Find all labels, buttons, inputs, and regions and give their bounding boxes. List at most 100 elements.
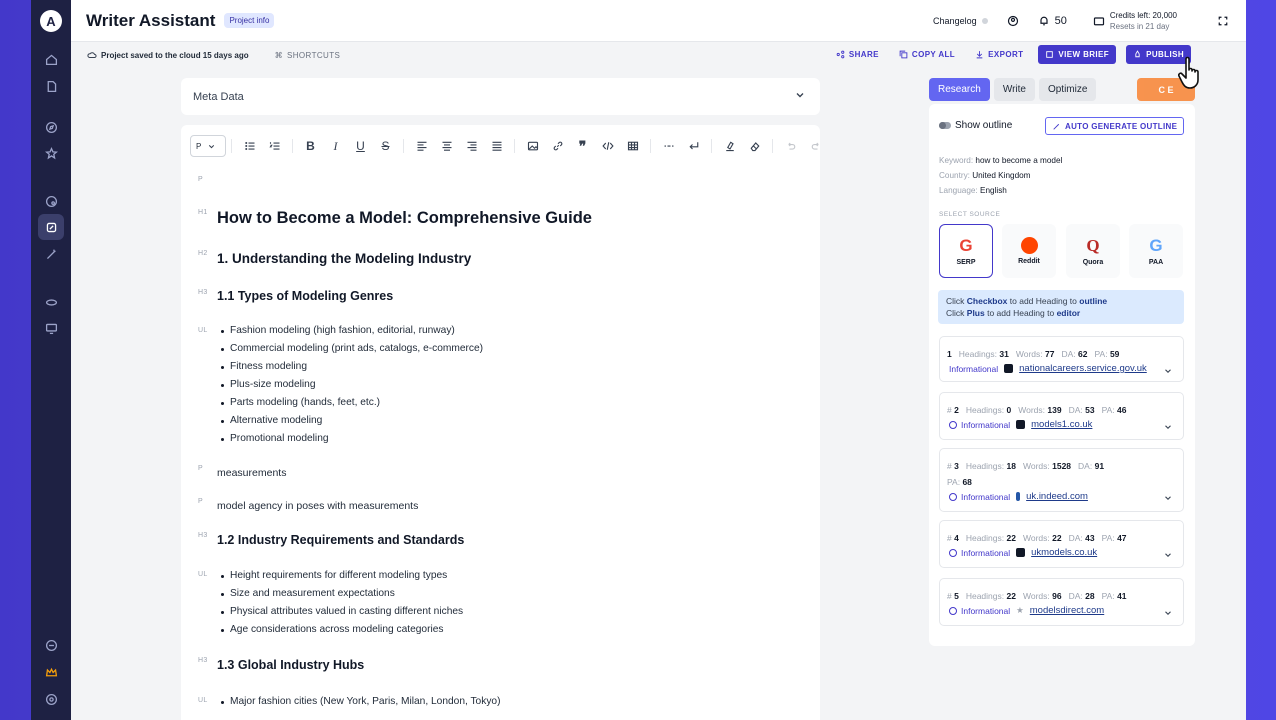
- list-item[interactable]: Major fashion cities (New York, Paris, M…: [221, 693, 500, 711]
- horizontal-rule-icon[interactable]: [656, 135, 681, 157]
- heading-h1[interactable]: How to Become a Model: Comprehensive Gui…: [217, 209, 592, 228]
- chevron-down-icon[interactable]: [794, 89, 806, 104]
- source-reddit[interactable]: Reddit: [1002, 224, 1056, 278]
- chevron-down-icon[interactable]: [1163, 363, 1173, 381]
- writer-icon[interactable]: [38, 214, 64, 240]
- strikethrough-icon[interactable]: S: [373, 135, 398, 157]
- result-url[interactable]: modelsdirect.com: [1030, 605, 1104, 616]
- list-item[interactable]: Promotional modeling: [221, 430, 483, 448]
- result-card[interactable]: # 4 Headings: 22 Words: 22 DA: 43 PA: 47 Inf…: [939, 520, 1184, 568]
- copy-all-button[interactable]: COPY ALL: [894, 46, 960, 63]
- code-icon[interactable]: [595, 135, 620, 157]
- keyword-row: Keyword: how to become a model: [939, 156, 1062, 165]
- user-icon[interactable]: [1007, 15, 1019, 27]
- palette-icon[interactable]: [38, 188, 64, 214]
- tab-research[interactable]: Research: [929, 78, 990, 101]
- heading-h3[interactable]: 1.2 Industry Requirements and Standards: [217, 533, 464, 547]
- logo-icon[interactable]: A: [40, 10, 62, 32]
- divider: [711, 139, 712, 153]
- bullet-list[interactable]: Major fashion cities (New York, Paris, M…: [221, 693, 500, 711]
- chevron-down-icon[interactable]: [1163, 547, 1173, 565]
- changelog-link[interactable]: Changelog: [933, 16, 988, 26]
- align-left-icon[interactable]: [409, 135, 434, 157]
- heading-h3[interactable]: 1.1 Types of Modeling Genres: [217, 289, 393, 303]
- crown-icon[interactable]: [38, 659, 64, 685]
- export-button[interactable]: EXPORT: [970, 46, 1028, 63]
- meta-data-panel[interactable]: Meta Data: [181, 78, 820, 115]
- result-url[interactable]: ukmodels.co.uk: [1031, 547, 1097, 558]
- auto-generate-outline-button[interactable]: AUTO GENERATE OUTLINE: [1045, 117, 1185, 135]
- redo-icon[interactable]: [803, 135, 828, 157]
- shortcuts-button[interactable]: ⌘ SHORTCUTS: [275, 51, 341, 60]
- table-icon[interactable]: [620, 135, 645, 157]
- reddit-icon: [1020, 237, 1038, 254]
- heading-h2[interactable]: 1. Understanding the Modeling Industry: [217, 251, 471, 266]
- document-icon[interactable]: [38, 73, 64, 99]
- list-item[interactable]: Size and measurement expectations: [221, 585, 463, 603]
- project-info-badge[interactable]: Project info: [224, 13, 275, 28]
- source-serp[interactable]: G SERP: [939, 224, 993, 278]
- result-card[interactable]: 1 Headings: 31 Words: 77 DA: 62 PA: 59 Infor…: [939, 336, 1184, 382]
- block-type-select[interactable]: P: [190, 135, 226, 157]
- list-item[interactable]: Physical attributes valued in casting di…: [221, 603, 463, 621]
- monitor-icon[interactable]: [38, 315, 64, 341]
- bullet-list-icon[interactable]: [237, 135, 262, 157]
- clear-format-icon[interactable]: [742, 135, 767, 157]
- magic-wand-icon[interactable]: [38, 241, 64, 267]
- highlight-icon[interactable]: [717, 135, 742, 157]
- source-quora[interactable]: Q Quora: [1066, 224, 1120, 278]
- star-icon[interactable]: [38, 140, 64, 166]
- italic-icon[interactable]: I: [323, 135, 348, 157]
- bold-icon[interactable]: B: [298, 135, 323, 157]
- editor[interactable]: P B I U S ❞ P H1 How to Become a Model: …: [181, 125, 820, 720]
- tab-optimize[interactable]: Optimize: [1038, 78, 1097, 101]
- result-url[interactable]: models1.co.uk: [1031, 419, 1092, 430]
- list-item[interactable]: Age considerations across modeling categ…: [221, 621, 463, 639]
- list-item[interactable]: Height requirements for different modeli…: [221, 567, 463, 585]
- heading-h3[interactable]: 1.3 Global Industry Hubs: [217, 658, 364, 672]
- shortcuts-label: SHORTCUTS: [287, 50, 341, 60]
- paragraph[interactable]: measurements: [217, 467, 286, 479]
- list-item[interactable]: Parts modeling (hands, feet, etc.): [221, 394, 483, 412]
- view-brief-button[interactable]: VIEW BRIEF: [1038, 45, 1117, 64]
- align-center-icon[interactable]: [434, 135, 459, 157]
- show-outline-toggle[interactable]: Show outline: [939, 120, 1012, 131]
- settings-icon[interactable]: [38, 686, 64, 712]
- tab-write[interactable]: Write: [993, 78, 1035, 101]
- align-right-icon[interactable]: [459, 135, 484, 157]
- numbered-list-icon[interactable]: [262, 135, 287, 157]
- compass-icon[interactable]: [38, 114, 64, 140]
- fullscreen-icon[interactable]: [1217, 15, 1229, 27]
- underline-icon[interactable]: U: [348, 135, 373, 157]
- image-icon[interactable]: [520, 135, 545, 157]
- chevron-down-icon[interactable]: [1163, 419, 1173, 437]
- list-item[interactable]: Fitness modeling: [221, 358, 483, 376]
- result-pa: 46: [1117, 405, 1127, 415]
- list-item[interactable]: Plus-size modeling: [221, 376, 483, 394]
- undo-icon[interactable]: [778, 135, 803, 157]
- result-url[interactable]: nationalcareers.service.gov.uk: [1019, 363, 1147, 374]
- result-card[interactable]: # 3 Headings: 18 Words: 1528 DA: 91 PA: 68 I…: [939, 448, 1184, 512]
- bullet-list[interactable]: Height requirements for different modeli…: [221, 567, 463, 639]
- quote-icon[interactable]: ❞: [570, 135, 595, 157]
- share-button[interactable]: SHARE: [831, 46, 884, 63]
- paragraph[interactable]: model agency in poses with measurements: [217, 500, 418, 512]
- notifications-button[interactable]: 50: [1038, 15, 1067, 27]
- list-item[interactable]: Commercial modeling (print ads, catalogs…: [221, 340, 483, 358]
- logout-icon[interactable]: [38, 632, 64, 658]
- chevron-down-icon[interactable]: [1163, 490, 1173, 508]
- list-item[interactable]: Alternative modeling: [221, 412, 483, 430]
- bullet-list[interactable]: Fashion modeling (high fashion, editoria…: [221, 322, 483, 448]
- result-url[interactable]: uk.indeed.com: [1026, 491, 1088, 502]
- link-icon[interactable]: [38, 289, 64, 315]
- link-icon[interactable]: [545, 135, 570, 157]
- toggle-switch[interactable]: [939, 122, 951, 129]
- list-item[interactable]: Fashion modeling (high fashion, editoria…: [221, 322, 483, 340]
- align-justify-icon[interactable]: [484, 135, 509, 157]
- chevron-down-icon[interactable]: [1163, 605, 1173, 623]
- result-card[interactable]: # 5 Headings: 22 Words: 96 DA: 28 PA: 41 Inf…: [939, 578, 1184, 626]
- source-paa[interactable]: G PAA: [1129, 224, 1183, 278]
- line-break-icon[interactable]: [681, 135, 706, 157]
- home-icon[interactable]: [38, 46, 64, 72]
- result-card[interactable]: # 2 Headings: 0 Words: 139 DA: 53 PA: 46 Inf…: [939, 392, 1184, 440]
